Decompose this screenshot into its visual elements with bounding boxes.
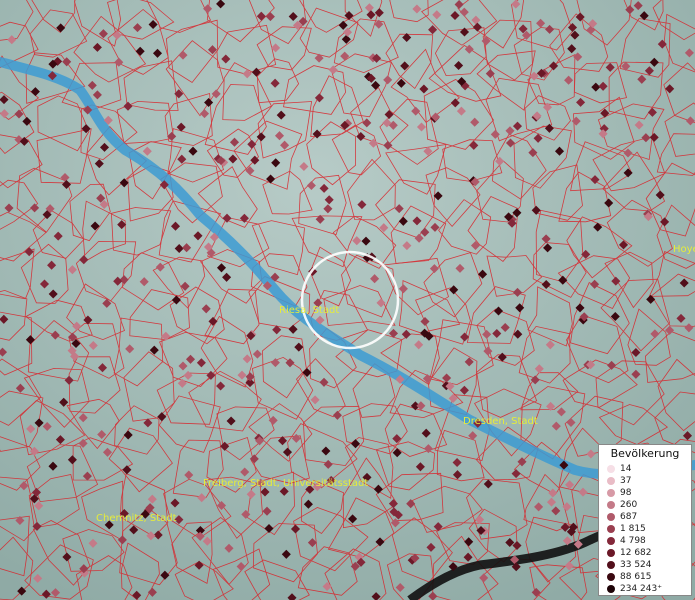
legend-entry: 234 243⁺ <box>599 583 691 595</box>
legend-swatch <box>607 477 615 485</box>
legend-swatch <box>607 585 615 593</box>
legend-entry: 14 <box>599 463 691 475</box>
city-label-riesa[interactable]: Riesa, Stadt <box>279 305 339 316</box>
legend-entries: 14 37 98 260 687 1 815 4 798 12 682 33 524 88 615… <box>599 463 691 595</box>
terrain-background <box>0 0 695 600</box>
city-label-freiberg[interactable]: Freiberg, Stadt, Universitätsstadt <box>203 478 368 489</box>
legend-swatch <box>607 561 615 569</box>
legend-swatch <box>607 573 615 581</box>
legend-label: 98 <box>620 488 632 498</box>
legend-title: Bevölkerung <box>610 447 680 460</box>
legend-entry: 260 <box>599 499 691 511</box>
city-label-hoye[interactable]: Hoye <box>673 244 695 255</box>
legend-swatch <box>607 489 615 497</box>
legend-label: 88 615 <box>620 572 652 582</box>
legend-entry: 12 682 <box>599 547 691 559</box>
legend-swatch <box>607 537 615 545</box>
legend-label: 12 682 <box>620 548 652 558</box>
city-label-chemnitz[interactable]: Chemnitz, Stadt <box>96 513 177 524</box>
population-legend: Bevölkerung 14 37 98 260 687 1 815 4 798 12 682… <box>598 444 692 596</box>
legend-entry: 4 798 <box>599 535 691 547</box>
legend-label: 4 798 <box>620 536 646 546</box>
legend-label: 234 243⁺ <box>620 584 662 594</box>
legend-label: 33 524 <box>620 560 652 570</box>
legend-swatch <box>607 501 615 509</box>
legend-entry: 37 <box>599 475 691 487</box>
legend-entry: 88 615 <box>599 571 691 583</box>
legend-swatch <box>607 513 615 521</box>
legend-entry: 33 524 <box>599 559 691 571</box>
legend-swatch <box>607 465 615 473</box>
legend-swatch <box>607 549 615 557</box>
legend-entry: 98 <box>599 487 691 499</box>
legend-label: 1 815 <box>620 524 646 534</box>
legend-label: 37 <box>620 476 632 486</box>
legend-swatch <box>607 525 615 533</box>
legend-entry: 687 <box>599 511 691 523</box>
map-canvas[interactable]: Riesa, Stadt Dresden, Stadt Freiberg, St… <box>0 0 695 600</box>
legend-label: 687 <box>620 512 638 522</box>
city-label-dresden[interactable]: Dresden, Stadt <box>463 416 538 427</box>
legend-label: 260 <box>620 500 638 510</box>
legend-label: 14 <box>620 464 632 474</box>
legend-entry: 1 815 <box>599 523 691 535</box>
